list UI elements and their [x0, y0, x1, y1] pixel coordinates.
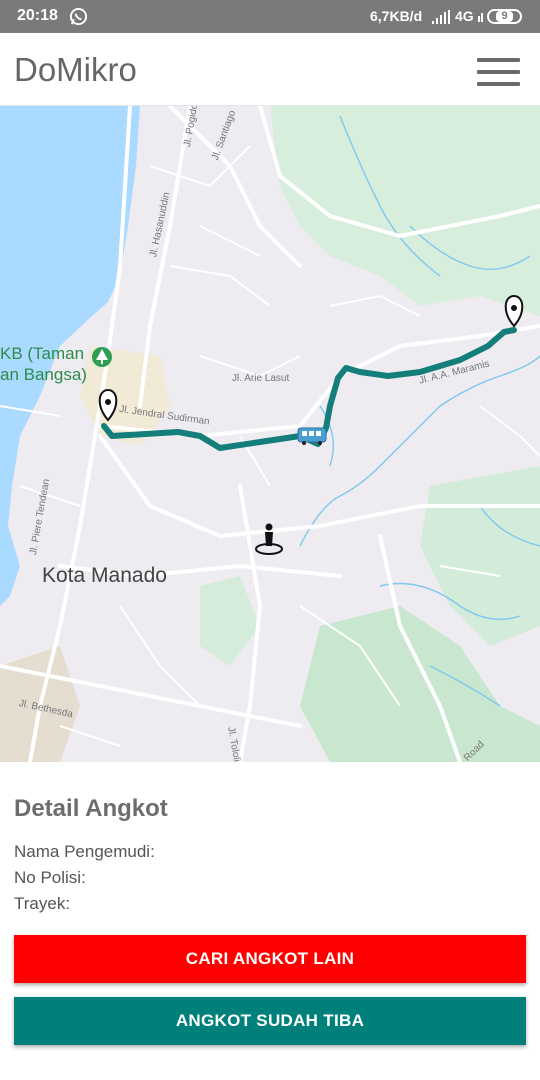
- detail-title: Detail Angkot: [14, 795, 168, 822]
- status-bar: 20:18 6,7KB/d 4G 9: [0, 0, 540, 33]
- signal-icon: [432, 10, 450, 24]
- hamburger-menu-icon[interactable]: [477, 58, 520, 88]
- map-view[interactable]: Jl. Pogidon Jl. Santiago Jl. Hasanuddin …: [0, 106, 540, 762]
- battery-level: 9: [496, 11, 513, 22]
- find-other-angkot-button[interactable]: CARI ANGKOT LAIN: [14, 935, 526, 983]
- bus-icon[interactable]: [297, 427, 327, 445]
- network-speed: 6,7KB/d: [370, 8, 423, 24]
- whatsapp-icon: [69, 7, 88, 26]
- poi-line-1: KB (Taman: [0, 344, 85, 363]
- poi-line-2: an Bangsa): [0, 365, 87, 384]
- map-label-city: Kota Manado: [42, 564, 167, 587]
- app-title: DoMikro: [14, 51, 137, 88]
- driver-name-label: Nama Pengemudi:: [14, 842, 155, 861]
- route-label: Trayek:: [14, 894, 71, 913]
- map-label-poi: KB (Taman an Bangsa): [0, 343, 87, 385]
- battery-icon: 9: [487, 9, 522, 24]
- network-activity-icon: [478, 13, 483, 22]
- network-type: 4G: [455, 8, 474, 24]
- plate-number-label: No Polisi:: [14, 868, 86, 887]
- map-canvas[interactable]: [0, 106, 540, 762]
- status-time: 20:18: [17, 7, 58, 24]
- angkot-arrived-button[interactable]: ANGKOT SUDAH TIBA: [14, 997, 526, 1045]
- map-label-street: Jl. Arie Lasut: [232, 373, 290, 384]
- detail-panel: Detail Angkot Nama Pengemudi: No Polisi:…: [0, 762, 540, 1080]
- app-bar: DoMikro: [0, 33, 540, 106]
- park-icon: [92, 347, 112, 367]
